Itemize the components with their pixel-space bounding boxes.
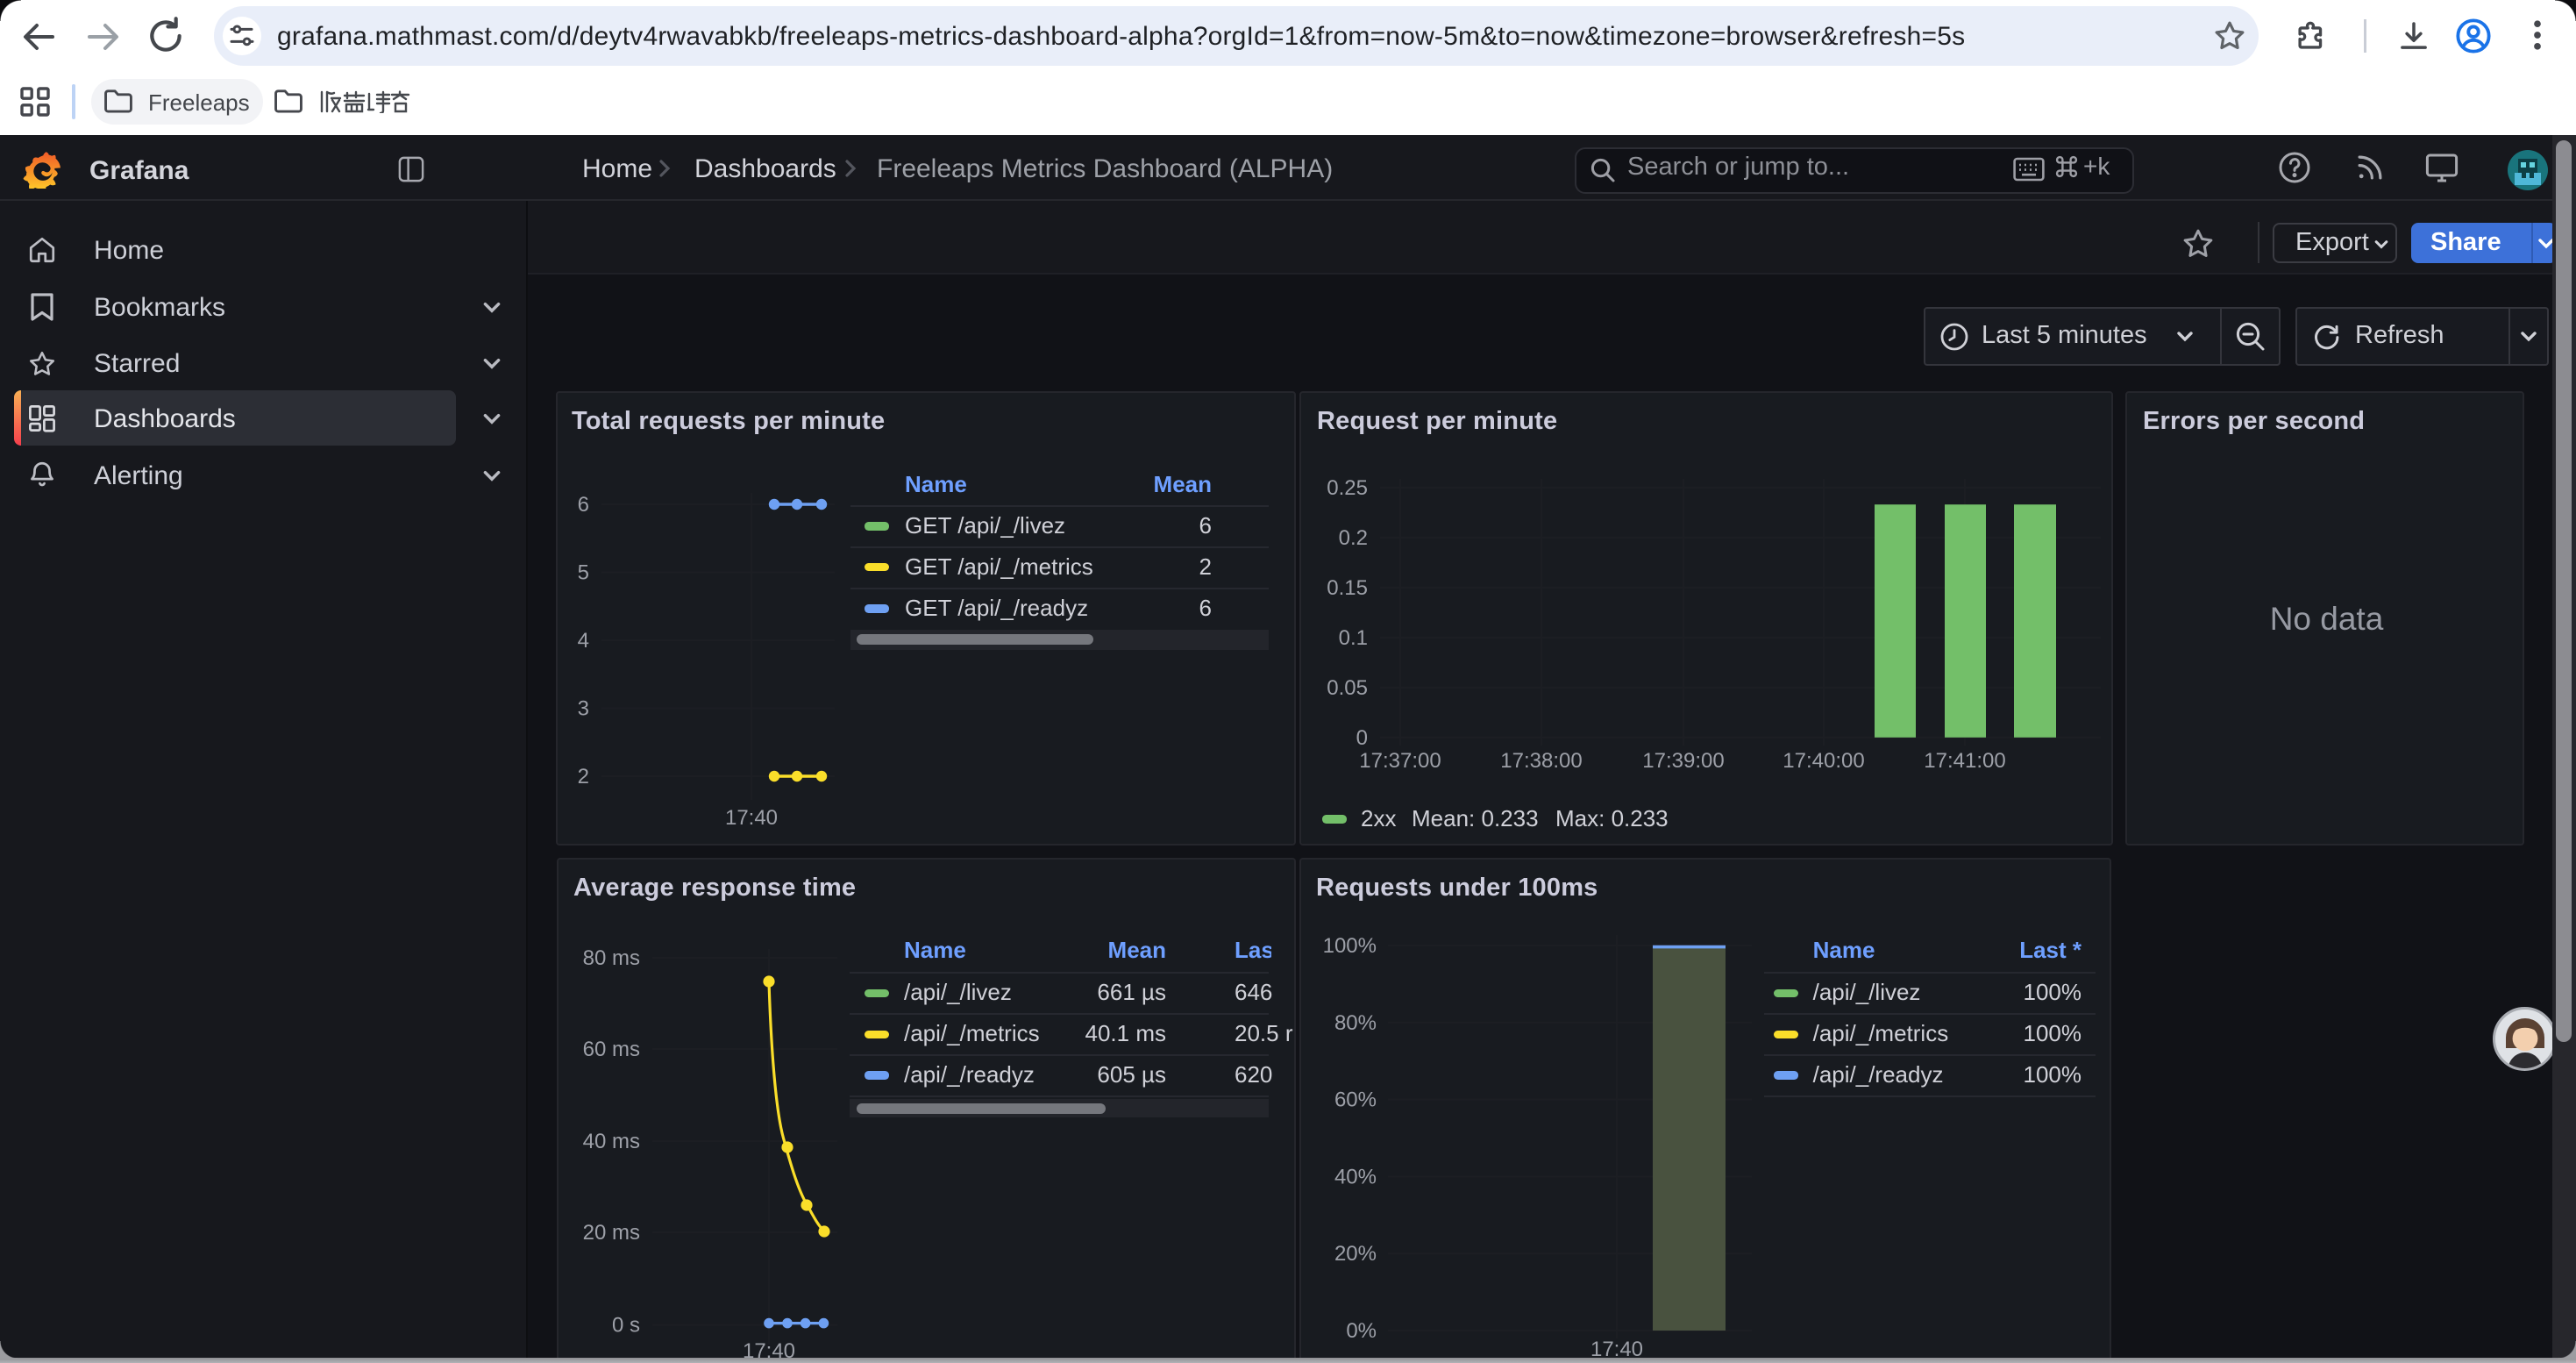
svg-text:0.05: 0.05 xyxy=(1327,676,1368,700)
svg-text:17:41:00: 17:41:00 xyxy=(1924,749,2005,773)
svg-text:4: 4 xyxy=(578,629,589,653)
svg-text:0 s: 0 s xyxy=(612,1314,640,1338)
svg-text:2: 2 xyxy=(578,765,589,789)
svg-text:0.25: 0.25 xyxy=(1327,476,1368,500)
svg-text:3: 3 xyxy=(578,697,589,721)
svg-text:17:37:00: 17:37:00 xyxy=(1359,749,1441,773)
svg-text:0: 0 xyxy=(1356,726,1368,750)
svg-text:80%: 80% xyxy=(1334,1011,1377,1035)
svg-text:17:38:00: 17:38:00 xyxy=(1500,749,1582,773)
svg-text:20%: 20% xyxy=(1334,1242,1377,1266)
svg-text:100%: 100% xyxy=(1323,934,1377,958)
svg-text:5: 5 xyxy=(578,561,589,585)
svg-text:0.15: 0.15 xyxy=(1327,576,1368,600)
svg-text:0.2: 0.2 xyxy=(1339,526,1368,550)
svg-text:40%: 40% xyxy=(1334,1165,1377,1188)
svg-text:60 ms: 60 ms xyxy=(583,1038,640,1061)
svg-text:20 ms: 20 ms xyxy=(583,1221,640,1245)
svg-text:0%: 0% xyxy=(1346,1319,1377,1343)
svg-text:60%: 60% xyxy=(1334,1088,1377,1112)
svg-text:17:40: 17:40 xyxy=(725,806,778,830)
svg-text:40 ms: 40 ms xyxy=(583,1130,640,1153)
svg-text:17:39:00: 17:39:00 xyxy=(1642,749,1724,773)
svg-text:17:40:00: 17:40:00 xyxy=(1783,749,1864,773)
svg-text:6: 6 xyxy=(578,493,589,517)
svg-text:80 ms: 80 ms xyxy=(583,946,640,970)
svg-text:0.1: 0.1 xyxy=(1339,626,1368,650)
